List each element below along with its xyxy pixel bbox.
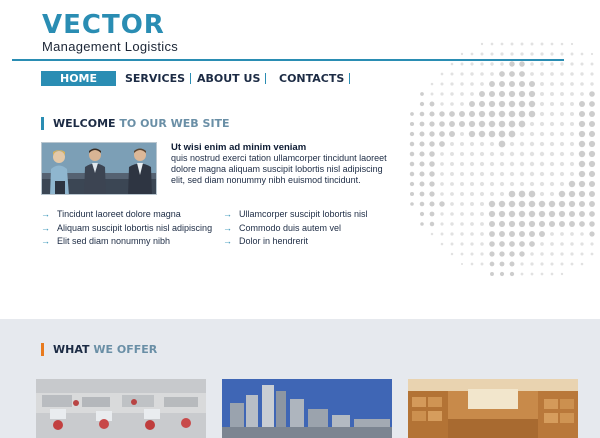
arrow-right-icon: → bbox=[223, 209, 232, 219]
list-item[interactable]: → Aliquam suscipit lobortis nisl adipisci… bbox=[41, 222, 212, 236]
nav-separator bbox=[265, 73, 266, 84]
nav-separator bbox=[190, 73, 191, 84]
welcome-title-dark: WELCOME bbox=[53, 117, 116, 130]
nav-about-us[interactable]: ABOUT US bbox=[197, 71, 260, 86]
list-item[interactable]: → Tincidunt laoreet dolore magna bbox=[41, 208, 212, 222]
team-photo bbox=[41, 142, 157, 195]
logo-subtitle: Management Logistics bbox=[42, 39, 179, 54]
header-divider bbox=[12, 59, 564, 61]
logo[interactable]: VECTOR Management Logistics bbox=[42, 12, 178, 54]
nav-services[interactable]: SERVICES bbox=[125, 71, 185, 86]
nav-home[interactable]: HOME bbox=[41, 71, 116, 86]
offer-image-city[interactable] bbox=[222, 379, 392, 438]
arrow-right-icon: → bbox=[41, 209, 50, 219]
arrow-right-icon: → bbox=[41, 222, 50, 233]
globe-decoration bbox=[409, 42, 596, 277]
offer-image-office[interactable] bbox=[36, 379, 206, 438]
welcome-title-light: TO OUR WEB SITE bbox=[119, 117, 230, 130]
section-title-bar bbox=[41, 343, 44, 356]
welcome-body: quis nostrud exerci tation ullamcorper t… bbox=[171, 153, 387, 185]
offer-title-dark: WHAT bbox=[53, 343, 90, 356]
list-item[interactable]: → Commodo duis autem vel bbox=[223, 222, 368, 236]
nav-separator bbox=[349, 73, 350, 84]
list-item[interactable]: → Elit sed diam nonummy nibh bbox=[41, 235, 212, 249]
nav-contacts[interactable]: CONTACTS bbox=[279, 71, 344, 86]
offer-image-warehouse[interactable] bbox=[408, 379, 578, 438]
feature-list-right: → Ullamcorper suscipit lobortis nisl → Com… bbox=[223, 208, 368, 249]
list-item[interactable]: → Ullamcorper suscipit lobortis nisl bbox=[223, 208, 368, 222]
section-title-bar bbox=[41, 117, 44, 130]
arrow-right-icon: → bbox=[223, 236, 232, 246]
welcome-text-block: Ut wisi enim ad minim veniam quis nostru… bbox=[171, 142, 391, 186]
arrow-right-icon: → bbox=[41, 236, 50, 246]
arrow-right-icon: → bbox=[223, 222, 232, 233]
feature-list-left: → Tincidunt laoreet dolore magna → Aliquam… bbox=[41, 208, 212, 249]
welcome-heading: Ut wisi enim ad minim veniam bbox=[171, 142, 307, 153]
logo-title: VECTOR bbox=[42, 10, 165, 40]
list-item[interactable]: → Dolor in hendrerit bbox=[223, 235, 368, 249]
offer-title-light: WE OFFER bbox=[93, 343, 158, 356]
